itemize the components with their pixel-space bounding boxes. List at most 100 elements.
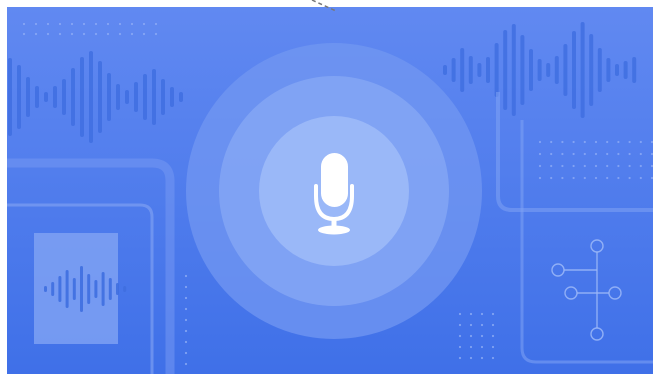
grid-dot: [82, 22, 86, 26]
grid-dot: [480, 345, 484, 349]
grid-dot: [491, 345, 495, 349]
grid-dot: [184, 340, 188, 344]
grid-dot: [617, 140, 620, 144]
waveform-bar: [51, 282, 55, 296]
waveform-bar: [65, 270, 69, 308]
grid-dot: [458, 345, 462, 349]
grid-dot: [184, 296, 188, 300]
grid-dot: [572, 152, 575, 156]
grid-dot: [458, 323, 462, 327]
grid-dot: [458, 356, 462, 360]
waveform-bar: [529, 49, 533, 91]
waveform-bar: [152, 69, 156, 125]
grid-dot: [628, 164, 631, 168]
grid-dot: [118, 32, 122, 36]
waveform-bar: [108, 278, 112, 300]
waveform-bar: [101, 272, 105, 306]
waveform-bar: [511, 24, 516, 116]
grid-dot: [480, 356, 484, 360]
waveform-bar: [460, 48, 465, 92]
grid-dot: [617, 176, 620, 180]
grid-dot: [639, 140, 642, 144]
grid-dot: [583, 140, 586, 144]
grid-dot: [22, 22, 26, 26]
waveform-bar: [26, 77, 30, 117]
grid-dot: [34, 22, 38, 26]
grid-dot: [58, 22, 62, 26]
waveform-bar: [116, 283, 119, 295]
grid-dot: [469, 345, 473, 349]
waveform-bar: [143, 74, 147, 120]
grid-dot: [458, 312, 462, 316]
voice-illustration: [0, 0, 653, 374]
grid-dot: [561, 176, 564, 180]
grid-dot: [572, 140, 575, 144]
grid-dot: [480, 334, 484, 338]
waveform-bar: [44, 286, 47, 292]
grid-dot: [594, 152, 598, 156]
grid-dot: [538, 176, 542, 180]
waveform-bar: [134, 82, 138, 112]
waveform-bar: [58, 276, 62, 302]
grid-dot: [538, 152, 542, 156]
waveform-bar: [44, 92, 48, 102]
waveform-bar: [468, 56, 473, 84]
waveform-bar: [572, 31, 576, 109]
grid-dot: [154, 32, 158, 36]
grid-dot: [561, 140, 564, 144]
waveform-bar: [80, 57, 84, 137]
waveform-bar: [71, 68, 75, 126]
grid-dot: [70, 32, 74, 36]
grid-dot: [628, 176, 631, 180]
grid-dot: [561, 152, 564, 156]
grid-dot: [154, 22, 158, 26]
waveform-bar: [615, 64, 619, 76]
grid-dot: [594, 176, 598, 180]
grid-dot: [58, 32, 62, 36]
waveform-bar: [503, 30, 508, 110]
waveform-bar: [98, 61, 102, 133]
grid-dot: [22, 32, 26, 36]
waveform-bar: [8, 58, 12, 136]
grid-dot: [628, 140, 631, 144]
waveform-bar: [580, 22, 585, 118]
waveform-bar: [62, 79, 66, 115]
grid-dot: [82, 32, 86, 36]
waveform-bar: [170, 87, 174, 107]
grid-dot: [458, 334, 462, 338]
grid-dot: [106, 32, 110, 36]
waveform-bar: [17, 65, 21, 129]
waveform-bar: [80, 266, 83, 312]
grid-dot: [94, 32, 98, 36]
grid-dot: [606, 176, 609, 180]
grid-dot: [628, 152, 631, 156]
grid-dot: [184, 307, 188, 311]
grid-dot: [469, 334, 473, 338]
grid-dot: [606, 140, 609, 144]
grid-dot: [550, 152, 553, 156]
grid-dot: [617, 152, 620, 156]
grid-dot: [639, 176, 642, 180]
waveform-bar: [589, 34, 594, 106]
waveform-bar: [107, 73, 111, 121]
voice-illustration-art: [7, 0, 653, 374]
grid-dot: [491, 356, 495, 360]
waveform-bar: [116, 84, 120, 110]
waveform-bar: [632, 57, 637, 83]
waveform-bar: [125, 90, 129, 104]
waveform-bar: [606, 58, 611, 82]
waveform-bar: [89, 51, 93, 143]
grid-dot: [184, 362, 188, 366]
grid-dot: [561, 164, 564, 168]
grid-dot: [491, 312, 495, 316]
grid-dot: [594, 164, 598, 168]
grid-dot: [583, 164, 586, 168]
grid-dot: [583, 176, 586, 180]
grid-dot: [469, 323, 473, 327]
grid-dot: [94, 22, 98, 26]
grid-dot: [142, 22, 146, 26]
waveform-bar: [53, 86, 57, 108]
waveform-bar: [87, 274, 91, 304]
waveform-bar: [443, 65, 447, 75]
grid-dot: [538, 140, 542, 144]
